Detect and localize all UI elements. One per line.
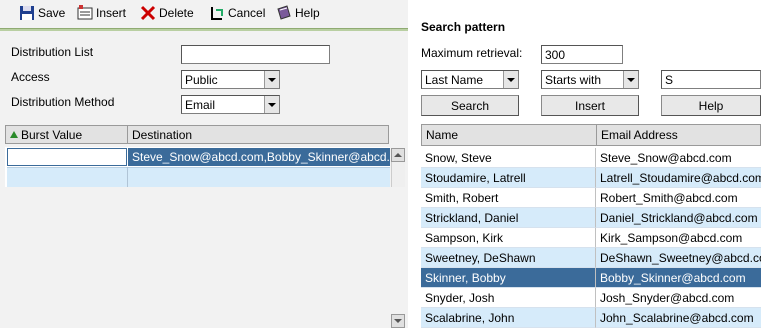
burst-value-input[interactable] [7,148,127,166]
result-name: Stoudamire, Latrell [421,168,596,188]
help-button[interactable]: Help [275,3,320,23]
maximum-retrieval-input[interactable] [541,45,623,64]
result-email: Bobby_Skinner@abcd.com [596,268,761,288]
insert-button[interactable]: Insert [76,3,126,23]
result-name: Strickland, Daniel [421,208,596,228]
distribution-list-input[interactable] [181,45,330,64]
search-operator-value: Starts with [545,72,602,87]
burst-scroll-up-button[interactable] [391,148,405,162]
save-button[interactable]: Save [18,3,65,23]
delete-button[interactable]: Delete [139,3,194,23]
search-help-button[interactable]: Help [661,95,761,116]
result-name: Snow, Steve [421,148,596,168]
chevron-down-icon[interactable] [264,96,279,113]
result-name: Skinner, Bobby [421,268,596,288]
result-row[interactable]: Snow, Steve Steve_Snow@abcd.com [421,148,761,168]
cancel-button[interactable]: Cancel [208,3,265,23]
search-field-select[interactable]: Last Name [421,70,519,89]
undo-arrow-icon [208,4,226,22]
cancel-label: Cancel [228,6,266,20]
result-row[interactable]: Stoudamire, Latrell Latrell_Stoudamire@a… [421,168,761,188]
distribution-method-value: Email [185,97,216,112]
result-email: Josh_Snyder@abcd.com [596,288,761,308]
chevron-down-icon[interactable] [623,71,638,88]
destination-cell[interactable]: Steve_Snow@abcd.com,Bobby_Skinner@abcd.c… [128,148,390,166]
search-field-value: Last Name [425,72,484,87]
help-label: Help [295,6,320,20]
save-label: Save [38,6,66,20]
floppy-disk-icon [18,4,36,22]
result-email: Steve_Snow@abcd.com [596,148,761,168]
result-name: Smith, Robert [421,188,596,208]
search-button[interactable]: Search [421,95,519,116]
result-email: John_Scalabrine@abcd.com [596,308,761,328]
access-label: Access [11,70,50,84]
chevron-down-icon[interactable] [503,71,518,88]
email-column-header[interactable]: Email Address [596,124,761,146]
result-email: Daniel_Strickland@abcd.com [596,208,761,228]
search-pattern-title: Search pattern [421,20,506,34]
insert-label: Insert [96,6,127,20]
distribution-method-label: Distribution Method [11,95,115,109]
access-select[interactable]: Public [181,70,280,89]
result-row[interactable]: Smith, Robert Robert_Smith@abcd.com [421,188,761,208]
result-email: Robert_Smith@abcd.com [596,188,761,208]
chevron-down-icon[interactable] [264,71,279,88]
destination-column-header[interactable]: Destination [127,125,389,144]
result-email: Kirk_Sampson@abcd.com [596,228,761,248]
left-scroll-down-button[interactable] [391,314,405,328]
name-column-header[interactable]: Name [421,124,597,146]
result-name: Scalabrine, John [421,308,596,328]
burst-value-header-label: Burst Value [21,127,83,142]
result-row[interactable]: Sweetney, DeShawn DeShawn_Sweetney@abcd.… [421,248,761,268]
distribution-list-label: Distribution List [11,45,94,59]
burst-grid-new-row[interactable] [7,167,390,187]
burst-value-column-header[interactable]: Burst Value [5,125,128,144]
result-name: Sweetney, DeShawn [421,248,596,268]
search-term-input[interactable] [661,70,761,89]
delete-x-icon [139,4,157,22]
destination-header-label: Destination [132,127,193,142]
name-header-label: Name [426,128,459,142]
delete-label: Delete [159,6,194,20]
burst-grid-column-divider [127,167,128,187]
toolbar-divider [0,28,408,31]
toolbar: Save Insert Delete Cancel Help [0,0,408,27]
sort-ascending-icon [10,131,18,138]
result-name: Sampson, Kirk [421,228,596,248]
maximum-retrieval-label: Maximum retrieval: [421,46,523,60]
result-name: Snyder, Josh [421,288,596,308]
burst-scrollbar-track[interactable] [391,162,405,187]
result-email: Latrell_Stoudamire@abcd.com [596,168,761,188]
result-email: DeShawn_Sweetney@abcd.com [596,248,761,268]
insert-record-icon [76,4,94,22]
email-header-label: Email Address [601,128,678,142]
result-row[interactable]: Strickland, Daniel Daniel_Strickland@abc… [421,208,761,228]
search-operator-select[interactable]: Starts with [541,70,639,89]
result-row[interactable]: Sampson, Kirk Kirk_Sampson@abcd.com [421,228,761,248]
result-row-selected[interactable]: Skinner, Bobby Bobby_Skinner@abcd.com [421,268,761,288]
distribution-method-select[interactable]: Email [181,95,280,114]
result-row[interactable]: Snyder, Josh Josh_Snyder@abcd.com [421,288,761,308]
help-book-icon [275,4,293,22]
access-value: Public [185,72,218,87]
search-insert-button[interactable]: Insert [541,95,639,116]
result-row[interactable]: Scalabrine, John John_Scalabrine@abcd.co… [421,308,761,328]
